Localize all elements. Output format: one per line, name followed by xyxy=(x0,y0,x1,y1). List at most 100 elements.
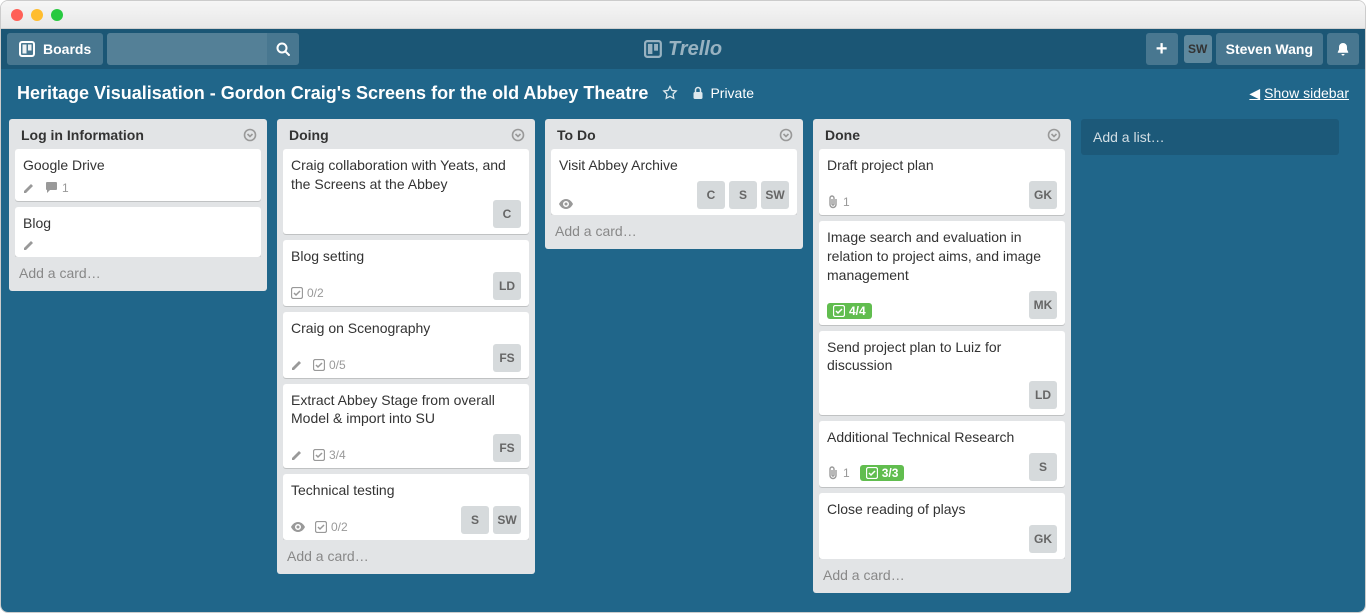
card-badges: 1 xyxy=(23,181,253,195)
card-title: Close reading of plays xyxy=(827,500,1057,519)
card-title: Send project plan to Luiz for discussion xyxy=(827,338,1057,376)
card[interactable]: Google Drive 1 xyxy=(15,149,261,201)
list-menu-button[interactable] xyxy=(511,128,525,142)
notifications-button[interactable] xyxy=(1327,33,1359,65)
search-input[interactable] xyxy=(107,33,267,65)
member-avatar[interactable]: S xyxy=(461,506,489,534)
card-badges: 0/5 xyxy=(291,358,346,372)
card-members: MK xyxy=(1029,291,1057,319)
card-members: LD xyxy=(1029,381,1057,409)
card-badges: 4/4 xyxy=(827,303,872,319)
add-card-button[interactable]: Add a card… xyxy=(9,257,267,291)
card[interactable]: Craig collaboration with Yeats, and the … xyxy=(283,149,529,234)
os-titlebar xyxy=(1,1,1365,29)
create-button[interactable]: + xyxy=(1146,33,1178,65)
subscribed-icon xyxy=(291,522,305,532)
lock-icon xyxy=(692,86,704,100)
list-menu-button[interactable] xyxy=(779,128,793,142)
member-avatar[interactable]: SW xyxy=(761,181,789,209)
member-avatar[interactable]: S xyxy=(729,181,757,209)
member-avatar[interactable]: LD xyxy=(1029,381,1057,409)
card-members: C xyxy=(493,200,521,228)
window-minimize-button[interactable] xyxy=(31,9,43,21)
card[interactable]: Send project plan to Luiz for discussion… xyxy=(819,331,1065,416)
card[interactable]: Craig on Scenography0/5FS xyxy=(283,312,529,378)
board-header: Heritage Visualisation - Gordon Craig's … xyxy=(1,69,1365,117)
list-name[interactable]: To Do xyxy=(557,127,596,143)
list-header: Log in Information xyxy=(9,119,267,149)
card-title: Draft project plan xyxy=(827,156,1057,175)
add-card-button[interactable]: Add a card… xyxy=(277,540,535,574)
list: To Do Visit Abbey ArchiveCSSWAdd a card… xyxy=(545,119,803,249)
member-avatar[interactable]: SW xyxy=(493,506,521,534)
card-title: Google Drive xyxy=(23,156,253,175)
checklist-badge: 0/2 xyxy=(315,520,348,534)
list-name[interactable]: Done xyxy=(825,127,860,143)
card-title: Craig collaboration with Yeats, and the … xyxy=(291,156,521,194)
card-title: Technical testing xyxy=(291,481,521,500)
description-icon xyxy=(23,239,35,251)
add-list-button[interactable]: Add a list… xyxy=(1081,119,1339,155)
board-title[interactable]: Heritage Visualisation - Gordon Craig's … xyxy=(17,83,648,104)
window-close-button[interactable] xyxy=(11,9,23,21)
list-cards: Google Drive 1 Blog xyxy=(9,149,267,257)
board-canvas[interactable]: Log in InformationGoogle Drive1BlogAdd a… xyxy=(1,117,1365,612)
card[interactable]: Image search and evaluation in relation … xyxy=(819,221,1065,325)
user-avatar[interactable]: SW xyxy=(1184,35,1212,63)
list: Doing Craig collaboration with Yeats, and… xyxy=(277,119,535,574)
card[interactable]: Blog xyxy=(15,207,261,257)
card[interactable]: Additional Technical Research13/3S xyxy=(819,421,1065,487)
add-card-button[interactable]: Add a card… xyxy=(813,559,1071,593)
add-card-button[interactable]: Add a card… xyxy=(545,215,803,249)
card[interactable]: Draft project plan1GK xyxy=(819,149,1065,215)
show-sidebar-label: Show sidebar xyxy=(1264,85,1349,101)
member-avatar[interactable]: C xyxy=(697,181,725,209)
member-avatar[interactable]: LD xyxy=(493,272,521,300)
member-avatar[interactable]: GK xyxy=(1029,181,1057,209)
list-cards: Visit Abbey ArchiveCSSW xyxy=(545,149,803,215)
member-avatar[interactable]: MK xyxy=(1029,291,1057,319)
checklist-badge-complete: 4/4 xyxy=(827,303,872,319)
plus-icon: + xyxy=(1156,38,1168,61)
window-maximize-button[interactable] xyxy=(51,9,63,21)
member-avatar[interactable]: GK xyxy=(1029,525,1057,553)
card[interactable]: Extract Abbey Stage from overall Model &… xyxy=(283,384,529,469)
card-members: FS xyxy=(493,344,521,372)
card[interactable]: Blog setting 0/2 LD xyxy=(283,240,529,306)
card[interactable]: Close reading of plays GK xyxy=(819,493,1065,559)
checklist-badge: 0/2 xyxy=(291,286,324,300)
list-name[interactable]: Log in Information xyxy=(21,127,144,143)
boards-button[interactable]: Boards xyxy=(7,33,103,65)
list-menu-button[interactable] xyxy=(243,128,257,142)
card-members: FS xyxy=(493,434,521,462)
user-menu-button[interactable]: Steven Wang xyxy=(1216,33,1323,65)
card-members: S xyxy=(1029,453,1057,481)
member-avatar[interactable]: FS xyxy=(493,434,521,462)
checklist-badge: 3/4 xyxy=(313,448,346,462)
search-button[interactable] xyxy=(267,33,299,65)
list-name[interactable]: Doing xyxy=(289,127,329,143)
app-logo[interactable]: Trello xyxy=(644,38,722,61)
list: Done Draft project plan1GKImage search an… xyxy=(813,119,1071,593)
card-badges: 0/2 xyxy=(291,286,324,300)
description-icon xyxy=(23,182,35,194)
card[interactable]: Technical testing 0/2 SSW xyxy=(283,474,529,540)
description-icon xyxy=(291,359,303,371)
star-icon[interactable] xyxy=(662,85,678,101)
list: Log in Information Google Drive 1 BlogAdd a… xyxy=(9,119,267,291)
card-members: GK xyxy=(1029,525,1057,553)
bell-icon xyxy=(1335,41,1351,57)
boards-icon xyxy=(19,41,35,57)
search-icon xyxy=(275,41,291,57)
card[interactable]: Visit Abbey ArchiveCSSW xyxy=(551,149,797,215)
show-sidebar-button[interactable]: ◀ Show sidebar xyxy=(1249,85,1349,102)
card-title: Blog setting xyxy=(291,247,521,266)
card-members: CSSW xyxy=(697,181,789,209)
member-avatar[interactable]: C xyxy=(493,200,521,228)
board-privacy[interactable]: Private xyxy=(692,85,754,101)
list-header: To Do xyxy=(545,119,803,149)
member-avatar[interactable]: FS xyxy=(493,344,521,372)
member-avatar[interactable]: S xyxy=(1029,453,1057,481)
privacy-label: Private xyxy=(710,85,754,101)
list-menu-button[interactable] xyxy=(1047,128,1061,142)
